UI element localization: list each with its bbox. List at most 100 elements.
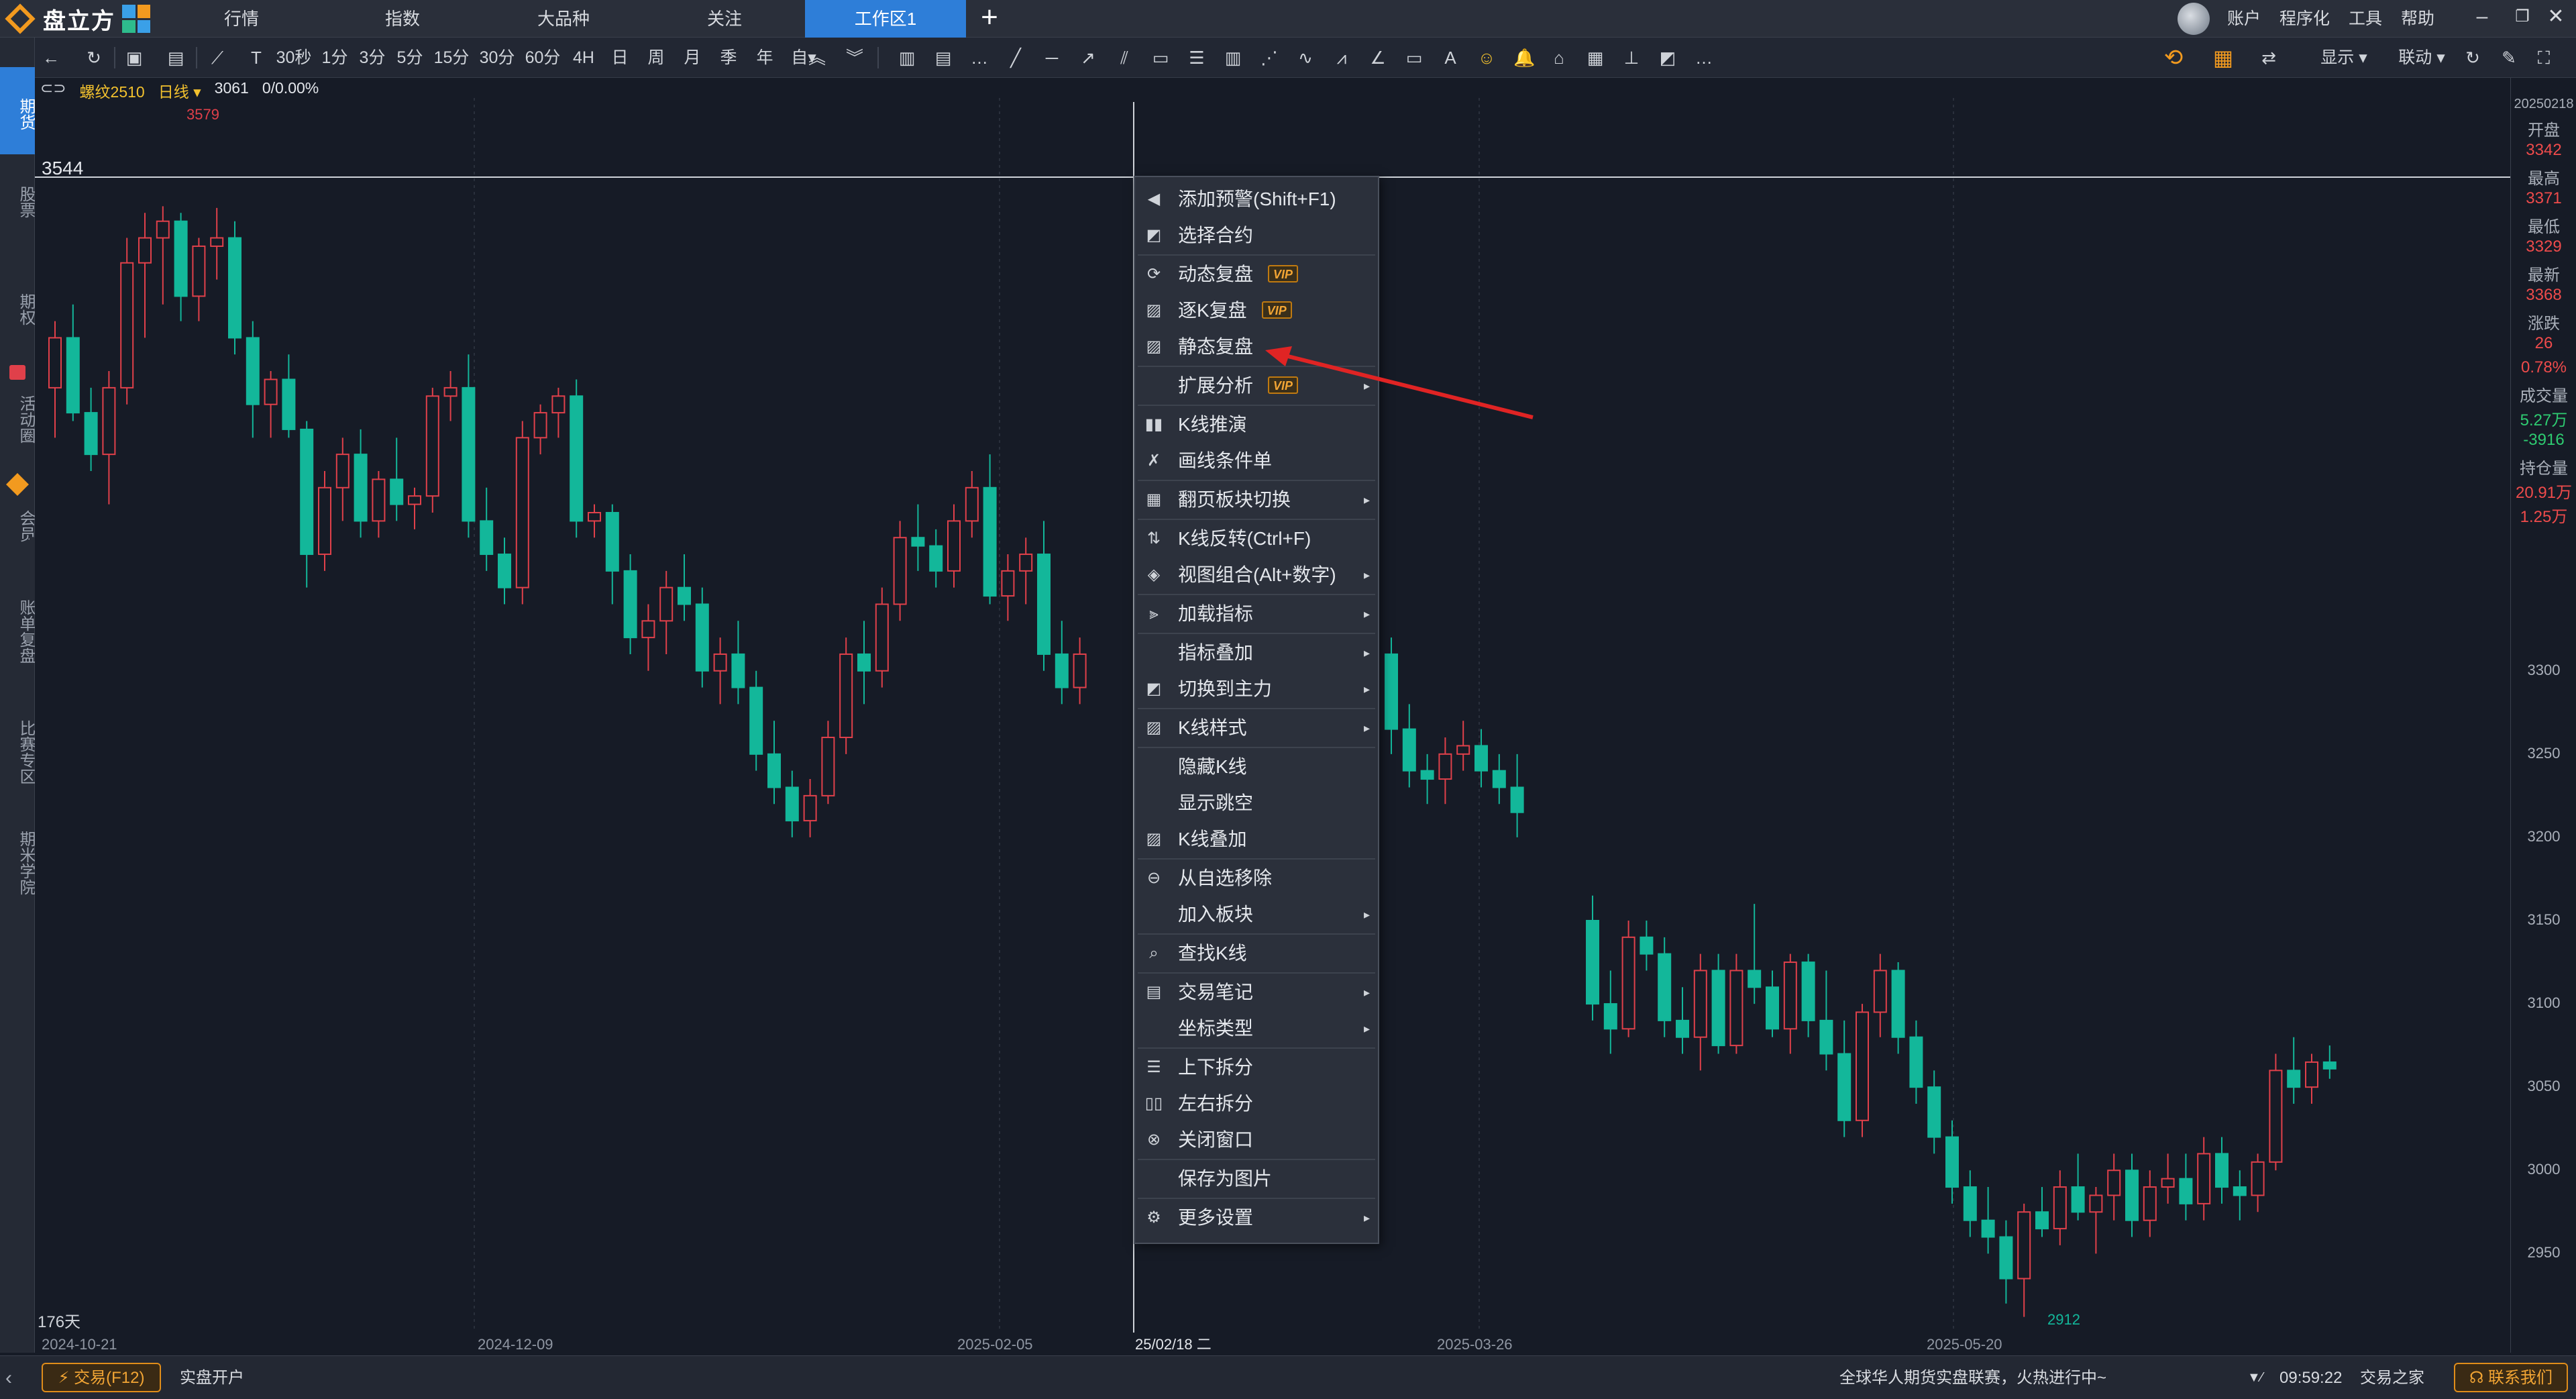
replay-tool-icon[interactable]: ⟲ [2159,46,2188,69]
avatar[interactable] [2178,3,2210,35]
menu-item-1[interactable]: ◩ 选择合约 [1135,217,1378,254]
arrow-tool-icon[interactable]: ↗ [1079,48,1097,67]
refresh-icon[interactable]: ↻ [85,48,103,67]
menu-item-7[interactable]: ✗ 画线条件单 [1135,443,1378,479]
period-12[interactable]: 年 [749,38,781,78]
fullscreen-icon[interactable]: ⛶ [2534,48,2553,67]
menu-item-22[interactable]: 坐标类型 ▸ [1135,1011,1378,1047]
angle-tool-icon[interactable]: ∠ [1368,48,1387,67]
text-tool-icon[interactable]: A [1441,48,1460,67]
period-13[interactable]: 自▾ [785,38,822,78]
period-label[interactable]: 日线 ▾ [158,79,201,101]
emoji-tool-icon[interactable]: ☺ [1477,48,1496,67]
menu-item-19[interactable]: 加入板块 ▸ [1135,896,1378,933]
fib-tool-icon[interactable]: ☰ [1187,48,1206,67]
menu-help[interactable]: 帮助 [2401,0,2434,38]
save-icon[interactable]: ▣ [125,48,144,67]
period-7[interactable]: 4H [568,38,600,78]
menu-item-17[interactable]: ▨ K线叠加 [1135,821,1378,858]
tab-market[interactable]: 行情 [161,0,322,38]
sidebar-item-contest[interactable]: 比赛专区 [0,709,35,796]
grid-tool-icon[interactable]: ▦ [1586,48,1605,67]
minimize-icon[interactable]: – [2462,0,2502,38]
magnet-tool-icon[interactable]: ⌂ [1550,48,1568,67]
menu-item-27[interactable]: ⚙ 更多设置 ▸ [1135,1200,1378,1236]
menu-item-26[interactable]: 保存为图片 [1135,1161,1378,1197]
fan-tool-icon[interactable]: ⩘ [1332,48,1351,67]
close-icon[interactable]: ✕ [2536,0,2576,38]
glasses-icon[interactable]: ⊂⊃ [40,79,66,99]
open-account-link[interactable]: 实盘开户 [180,1356,244,1399]
menu-item-20[interactable]: ⌕ 查找K线 [1135,935,1378,972]
menu-item-9[interactable]: ⇅ K线反转(Ctrl+F) [1135,521,1378,557]
rows-tool-icon[interactable]: ▤ [934,48,953,67]
menu-account[interactable]: 账户 [2227,0,2261,38]
period-5[interactable]: 30分 [476,38,518,78]
rect-tool-icon[interactable]: ▭ [1151,48,1170,67]
menu-program[interactable]: 程序化 [2279,0,2330,38]
sidebar-item-academy[interactable]: 期米学院 [0,816,35,910]
contact-button[interactable]: ☊ 联系我们 [2454,1363,2568,1392]
menu-item-16[interactable]: 显示跳空 [1135,785,1378,821]
period-11[interactable]: 季 [712,38,745,78]
add-tab-icon[interactable]: + [966,0,1013,38]
symbol-name[interactable]: 螺纹2510 [80,79,145,101]
measure-tool-icon[interactable]: ⊥ [1622,48,1641,67]
link-dropdown[interactable]: 联动 ▾ [2390,38,2454,78]
calendar-tool-icon[interactable]: ▦ [2208,47,2238,68]
trade-home-link[interactable]: 交易之家 [2360,1356,2424,1399]
menu-item-24[interactable]: ▯▯ 左右拆分 [1135,1086,1378,1122]
bell-tool-icon[interactable]: 🔔 [1513,48,1535,67]
menu-item-14[interactable]: ▨ K线样式 ▸ [1135,710,1378,746]
hline-tool-icon[interactable]: ─ [1042,48,1061,67]
trade-button[interactable]: ⚡ 交易(F12) [42,1363,161,1392]
trendline-tool-icon[interactable]: ╱ [1006,48,1025,67]
more2-tool-icon[interactable]: … [1695,48,1713,67]
image-tool-icon[interactable]: ◩ [1658,48,1677,67]
open-icon[interactable]: ▤ [166,48,185,67]
menu-item-23[interactable]: ☰ 上下拆分 [1135,1049,1378,1086]
menu-item-11[interactable]: ⫸ 加载指标 ▸ [1135,596,1378,632]
period-2[interactable]: 3分 [356,38,389,78]
curve-tool-icon[interactable]: ∿ [1296,48,1315,67]
period-8[interactable]: 日 [604,38,636,78]
period-9[interactable]: 周 [640,38,672,78]
period-10[interactable]: 月 [676,38,708,78]
menu-item-18[interactable]: ⊖ 从自选移除 [1135,860,1378,896]
menu-item-2[interactable]: ⟳ 动态复盘 VIP [1135,256,1378,293]
pen-icon[interactable]: ✎ [2500,48,2518,67]
menu-item-21[interactable]: ▤ 交易笔记 ▸ [1135,974,1378,1011]
period-6[interactable]: 60分 [522,38,564,78]
sidebar-item-options[interactable]: 期权 [0,279,35,340]
menu-item-8[interactable]: ▦ 翻页板块切换 ▸ [1135,482,1378,518]
down-double-icon[interactable]: ︾ [845,48,864,67]
more-tool-icon[interactable]: … [970,48,989,67]
bars-tool-icon[interactable]: ▥ [1224,48,1242,67]
tab-workspace-1[interactable]: 工作区1 [805,0,966,38]
sidebar-item-stocks[interactable]: 股票 [0,172,35,232]
collapse-left-icon[interactable]: ‹ [5,1356,12,1399]
sync-icon[interactable]: ↻ [2463,48,2482,67]
tab-major[interactable]: 大品种 [483,0,644,38]
swap-tool-icon[interactable]: ⇄ [2259,48,2278,67]
sidebar-item-futures[interactable]: 期货 [0,67,35,154]
menu-item-15[interactable]: 隐藏K线 [1135,749,1378,785]
back-icon[interactable]: ← [42,48,60,67]
period-0[interactable]: 30秒 [274,38,314,78]
menu-item-25[interactable]: ⊗ 关闭窗口 [1135,1122,1378,1158]
text-tool-icon[interactable]: T [247,48,266,67]
sidebar-item-activity[interactable]: 活动圈 [0,382,35,456]
menu-item-13[interactable]: ◩ 切换到主力 ▸ [1135,671,1378,707]
menu-item-3[interactable]: ▨ 逐K复盘 VIP [1135,293,1378,329]
period-1[interactable]: 1分 [318,38,352,78]
columns-tool-icon[interactable]: ▥ [898,48,916,67]
display-dropdown[interactable]: 显示 ▾ [2312,38,2376,78]
menu-tools[interactable]: 工具 [2349,0,2382,38]
channel-tool-icon[interactable]: ⫽ [1115,48,1134,67]
menu-item-10[interactable]: ◈ 视图组合(Alt+数字) ▸ [1135,557,1378,593]
period-3[interactable]: 5分 [393,38,427,78]
tab-watch[interactable]: 关注 [644,0,805,38]
wave-tool-icon[interactable]: ⋰ [1260,48,1279,67]
period-4[interactable]: 15分 [431,38,472,78]
news-ticker[interactable]: 全球华人期货实盘联赛，火热进行中~ [1839,1356,2106,1399]
